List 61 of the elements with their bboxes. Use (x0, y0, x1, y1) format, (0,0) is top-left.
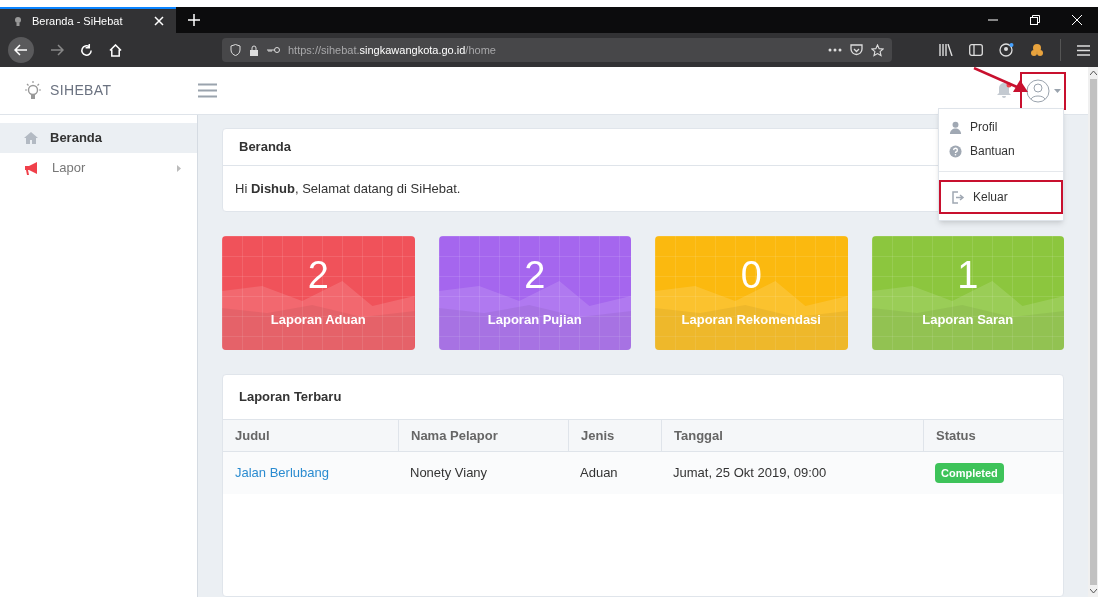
sidebar-icon[interactable] (969, 44, 983, 56)
annotation-arrow (973, 67, 1029, 95)
megaphone-icon (24, 161, 40, 175)
extension-icon[interactable] (1030, 43, 1044, 57)
help-icon (949, 144, 962, 158)
close-icon[interactable] (154, 16, 164, 26)
bell-icon[interactable] (996, 82, 1012, 99)
menu-item[interactable]: Bantuan (939, 139, 1063, 163)
more-icon[interactable] (828, 48, 842, 52)
scroll-up-icon[interactable] (1089, 71, 1097, 75)
scrollbar[interactable] (1088, 67, 1098, 597)
stat-label: Laporan Saran (922, 311, 1014, 330)
column-header: Status (923, 420, 1063, 452)
key-icon (267, 46, 280, 54)
sidebar-item[interactable]: Beranda (0, 123, 197, 153)
account-icon[interactable] (999, 43, 1014, 57)
chevron-icon (177, 164, 181, 172)
logout-icon (951, 190, 965, 204)
url-text: https://sihebat.singkawangkota.go.id/home (288, 42, 497, 58)
stat-label: Laporan Rekomendasi (681, 311, 821, 330)
lightbulb-icon (24, 80, 42, 101)
back-button[interactable] (8, 37, 34, 63)
sidebar-item[interactable]: Lapor (0, 153, 197, 183)
column-header: Judul (223, 420, 398, 452)
person-icon (949, 120, 962, 134)
shield-icon (230, 44, 241, 56)
restore-icon[interactable] (1030, 15, 1040, 25)
stat-value: 0 (740, 256, 762, 295)
table-cell: Aduan (568, 452, 661, 494)
home-icon (24, 132, 38, 144)
lightbulb-icon (12, 15, 24, 27)
forward-arrow-icon[interactable] (50, 44, 64, 56)
lock-icon (249, 44, 259, 56)
stat-value: 2 (307, 256, 329, 295)
stat-value: 2 (524, 256, 546, 295)
column-header: Tanggal (661, 420, 923, 452)
table-cell: Nonety Viany (398, 452, 568, 494)
pocket-icon[interactable] (850, 44, 863, 56)
scroll-down-icon[interactable] (1089, 589, 1097, 593)
back-arrow-icon (14, 44, 28, 56)
close-icon[interactable] (1072, 15, 1082, 25)
column-header: Nama Pelapor (398, 420, 568, 452)
tab-title: Beranda - SiHebat (32, 13, 124, 29)
menu-item[interactable]: Keluar (939, 180, 1063, 214)
star-icon[interactable] (871, 43, 884, 57)
caret-icon (1053, 88, 1061, 93)
library-icon[interactable] (939, 44, 953, 56)
stat-label: Laporan Pujian (487, 311, 582, 330)
column-header: Jenis (568, 420, 661, 452)
status-badge: Completed (935, 462, 1004, 484)
table-cell: Jumat, 25 Okt 2019, 09:00 (661, 452, 923, 494)
address-bar[interactable]: https://sihebat.singkawangkota.go.id/home (222, 38, 892, 62)
welcome-message: Hi Dishub, Selamat datang di SiHebat. (235, 179, 461, 198)
brand-name: SIHEBAT (50, 81, 112, 100)
reload-icon[interactable] (80, 43, 93, 57)
browser-tab[interactable]: Beranda - SiHebat (0, 7, 176, 33)
avatar-icon (1025, 78, 1050, 103)
stat-label: Laporan Aduan (270, 311, 366, 330)
new-tab-icon[interactable] (188, 14, 200, 26)
home-icon[interactable] (109, 43, 122, 57)
stat-value: 1 (957, 256, 979, 295)
